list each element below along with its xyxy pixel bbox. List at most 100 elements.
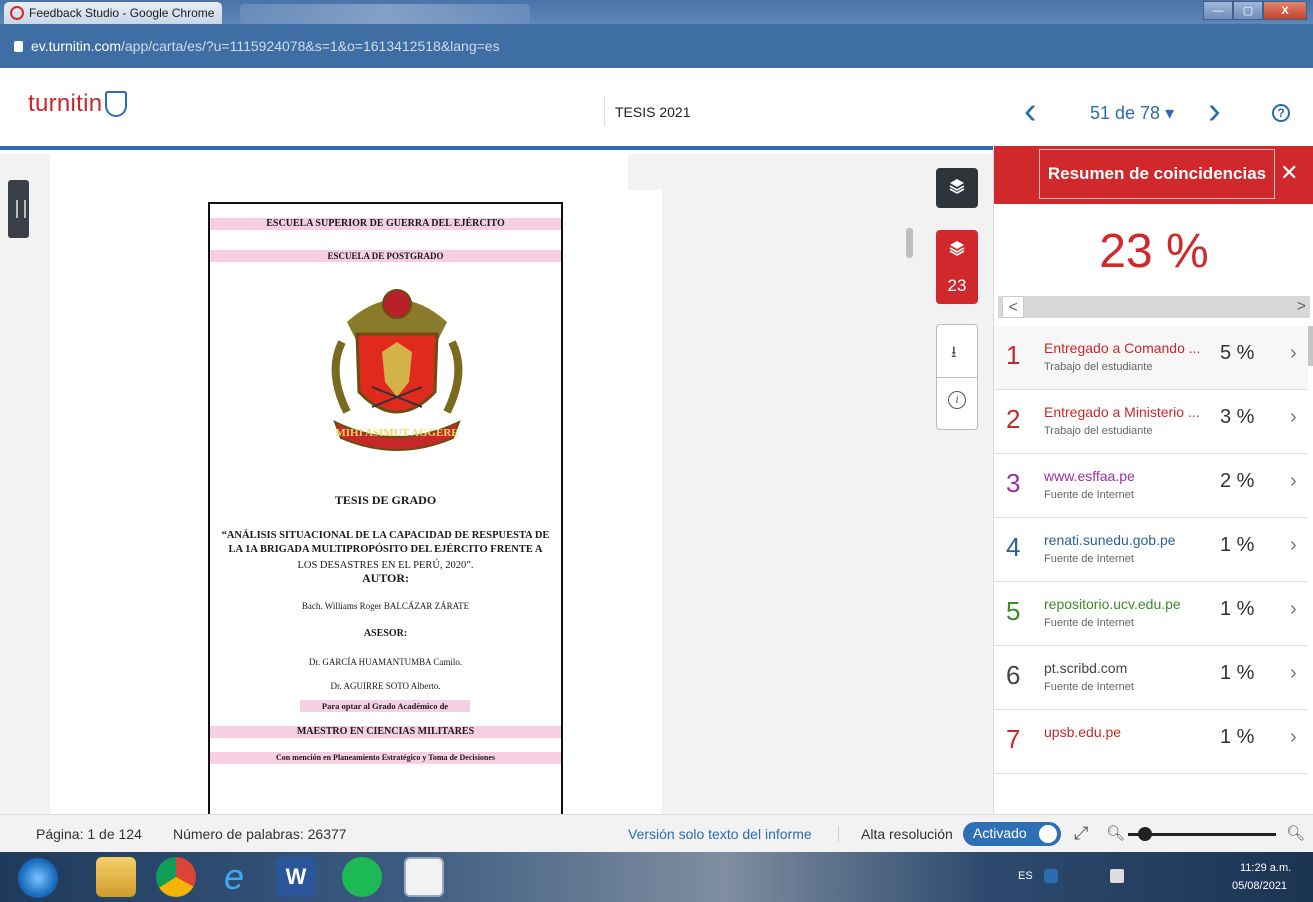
chevron-right-icon[interactable]: › bbox=[1290, 726, 1297, 749]
match-number: 1 bbox=[1006, 340, 1021, 370]
language-indicator[interactable]: ES bbox=[1018, 870, 1033, 882]
text-only-report-link[interactable]: Versión solo texto del informe bbox=[628, 826, 812, 842]
chevron-right-icon[interactable]: › bbox=[1290, 470, 1297, 493]
internet-explorer-icon[interactable]: e bbox=[214, 857, 254, 897]
fit-page-icon[interactable]: ⤢ bbox=[1074, 823, 1088, 844]
panel-title: Resumen de coincidencias bbox=[1039, 149, 1275, 199]
match-item[interactable]: 6 pt.scribd.com Fuente de Internet 1 % › bbox=[994, 646, 1308, 710]
match-source: upsb.edu.pe bbox=[1044, 724, 1122, 740]
paper-selector[interactable]: 51 de 78 ▾ bbox=[1090, 103, 1174, 124]
windows-taskbar: e W ES 11:29 a.m. 05/08/2021 bbox=[0, 852, 1313, 902]
tab-title: Feedback Studio - Google Chrome bbox=[29, 6, 215, 20]
match-number: 3 bbox=[1006, 468, 1021, 498]
chevron-right-icon[interactable]: › bbox=[1290, 534, 1297, 557]
spotify-icon[interactable] bbox=[342, 857, 382, 897]
match-layers-icon bbox=[949, 241, 965, 256]
previous-paper-button[interactable]: ‹ bbox=[1024, 92, 1037, 130]
zoom-out-icon[interactable]: 🔍︎ bbox=[1106, 824, 1125, 842]
match-item[interactable]: 1 Entregado a Comando ... Trabajo del estu… bbox=[994, 326, 1308, 390]
browser-tab[interactable]: Feedback Studio - Google Chrome bbox=[4, 2, 222, 24]
chevron-right-icon[interactable]: › bbox=[1290, 342, 1297, 365]
info-icon[interactable]: i bbox=[948, 391, 966, 409]
match-percent: 2 % bbox=[1220, 470, 1255, 492]
match-source: pt.scribd.com bbox=[1044, 660, 1128, 676]
doc-line: Dr. AGUIRRE SOTO Alberto. bbox=[330, 681, 441, 691]
chevron-right-icon[interactable]: › bbox=[1290, 598, 1297, 621]
layers-icon bbox=[949, 179, 965, 194]
match-item[interactable]: 7 upsb.edu.pe 1 % › bbox=[994, 710, 1308, 774]
window-close-button[interactable]: X bbox=[1263, 1, 1307, 20]
clock-time[interactable]: 11:29 a.m. bbox=[1240, 862, 1291, 874]
active-chrome-window-icon[interactable] bbox=[404, 857, 444, 897]
panel-pager: < > bbox=[998, 296, 1310, 318]
toggle-label: Activado bbox=[973, 825, 1027, 841]
tray-app-icon[interactable] bbox=[1044, 869, 1058, 883]
next-paper-button[interactable]: › bbox=[1208, 92, 1221, 130]
zoom-slider-handle[interactable] bbox=[1138, 827, 1152, 841]
screen: Feedback Studio - Google Chrome — ▢ X ev… bbox=[0, 0, 1313, 902]
minimize-button[interactable]: — bbox=[1203, 1, 1233, 20]
doc-line: MAESTRO EN CIENCIAS MILITARES bbox=[210, 726, 561, 738]
turnitin-mark-icon bbox=[105, 91, 128, 117]
status-separator bbox=[838, 826, 839, 842]
url-text[interactable]: ev.turnitin.com/app/carta/es/?u=11159240… bbox=[31, 38, 500, 54]
doc-line: ESCUELA DE POSTGRADO bbox=[210, 250, 561, 262]
side-drawer-handle[interactable] bbox=[8, 180, 29, 238]
panel-close-icon[interactable]: ✕ bbox=[1280, 160, 1298, 186]
volume-icon[interactable] bbox=[1110, 869, 1124, 883]
file-explorer-icon[interactable] bbox=[96, 857, 136, 897]
zoom-in-icon[interactable]: 🔍︎ bbox=[1286, 824, 1305, 842]
panel-scrollbar[interactable] bbox=[1308, 326, 1313, 366]
match-item[interactable]: 5 repositorio.ucv.edu.pe Fuente de Interne… bbox=[994, 582, 1308, 646]
maximize-button[interactable]: ▢ bbox=[1233, 1, 1263, 20]
document-page: ESCUELA SUPERIOR DE GUERRA DEL EJÉRCITO … bbox=[208, 202, 563, 822]
match-source: Entregado a Comando ... bbox=[1044, 340, 1201, 356]
match-source: www.esffaa.pe bbox=[1044, 468, 1135, 484]
match-percent: 3 % bbox=[1220, 406, 1255, 428]
pager-prev-button[interactable]: < bbox=[1002, 296, 1024, 318]
overall-similarity: 23 % bbox=[1099, 225, 1209, 278]
chevron-right-icon[interactable]: › bbox=[1290, 662, 1297, 685]
doc-line: TESIS DE GRADO bbox=[334, 493, 437, 507]
panel-header: Resumen de coincidencias ✕ bbox=[994, 146, 1313, 204]
layers-button[interactable] bbox=[936, 168, 978, 208]
doc-line: Dr. GARCÍA HUAMANTUMBA Camilo. bbox=[308, 657, 463, 667]
match-source-type: Fuente de Internet bbox=[1044, 489, 1134, 501]
chrome-icon[interactable] bbox=[156, 857, 196, 897]
high-resolution-label: Alta resolución bbox=[861, 826, 953, 842]
doc-line: “ANÁLISIS SITUACIONAL DE LA CAPACIDAD DE… bbox=[221, 530, 550, 541]
match-count: 23 bbox=[947, 276, 967, 295]
match-item[interactable]: 4 renati.sunedu.gob.pe Fuente de Internet 1… bbox=[994, 518, 1308, 582]
page-count: Página: 1 de 124 bbox=[36, 826, 142, 842]
document-title: TESIS 2021 bbox=[615, 104, 691, 120]
turnitin-logo[interactable]: turnitin bbox=[28, 90, 128, 118]
match-percent: 1 % bbox=[1220, 598, 1255, 620]
doc-line: LA 1A BRIGADA MULTIPROPÓSITO DEL EJÉRCIT… bbox=[228, 544, 543, 555]
match-number: 2 bbox=[1006, 404, 1021, 434]
match-source-type: Fuente de Internet bbox=[1044, 681, 1134, 693]
pager-next-button[interactable]: > bbox=[1297, 296, 1306, 318]
window-title-bar: Feedback Studio - Google Chrome — ▢ X bbox=[0, 0, 1313, 24]
viewer-scrollbar[interactable] bbox=[906, 228, 913, 258]
match-source-type: Trabajo del estudiante bbox=[1044, 361, 1153, 373]
high-resolution-toggle[interactable]: Activado bbox=[963, 822, 1061, 846]
start-button[interactable] bbox=[18, 858, 58, 898]
match-source-type: Trabajo del estudiante bbox=[1044, 425, 1153, 437]
word-icon[interactable]: W bbox=[276, 857, 316, 897]
address-bar[interactable]: ev.turnitin.com/app/carta/es/?u=11159240… bbox=[0, 24, 1313, 68]
download-icon[interactable]: ⭳ bbox=[951, 341, 957, 368]
match-percent: 1 % bbox=[1220, 662, 1255, 684]
background-tab[interactable] bbox=[240, 4, 530, 24]
help-icon[interactable]: ? bbox=[1272, 104, 1290, 122]
url-path: /app/carta/es/?u=1115924078&s=1&o=161341… bbox=[121, 38, 500, 54]
match-item[interactable]: 3 www.esffaa.pe Fuente de Internet 2 % › bbox=[994, 454, 1308, 518]
match-item[interactable]: 2 Entregado a Ministerio ... Trabajo del e… bbox=[994, 390, 1308, 454]
doc-line: Bach. Williams Roger BALCÁZAR ZÁRATE bbox=[301, 601, 470, 611]
url-host: ev.turnitin.com bbox=[31, 38, 121, 54]
clock-date[interactable]: 05/08/2021 bbox=[1232, 880, 1287, 892]
match-overview-button[interactable]: 23 bbox=[936, 230, 978, 304]
match-source: Entregado a Ministerio ... bbox=[1044, 404, 1200, 420]
chevron-right-icon[interactable]: › bbox=[1290, 406, 1297, 429]
doc-line: Con mención en Planeamiento Estratégico … bbox=[210, 752, 561, 764]
match-number: 5 bbox=[1006, 596, 1021, 626]
